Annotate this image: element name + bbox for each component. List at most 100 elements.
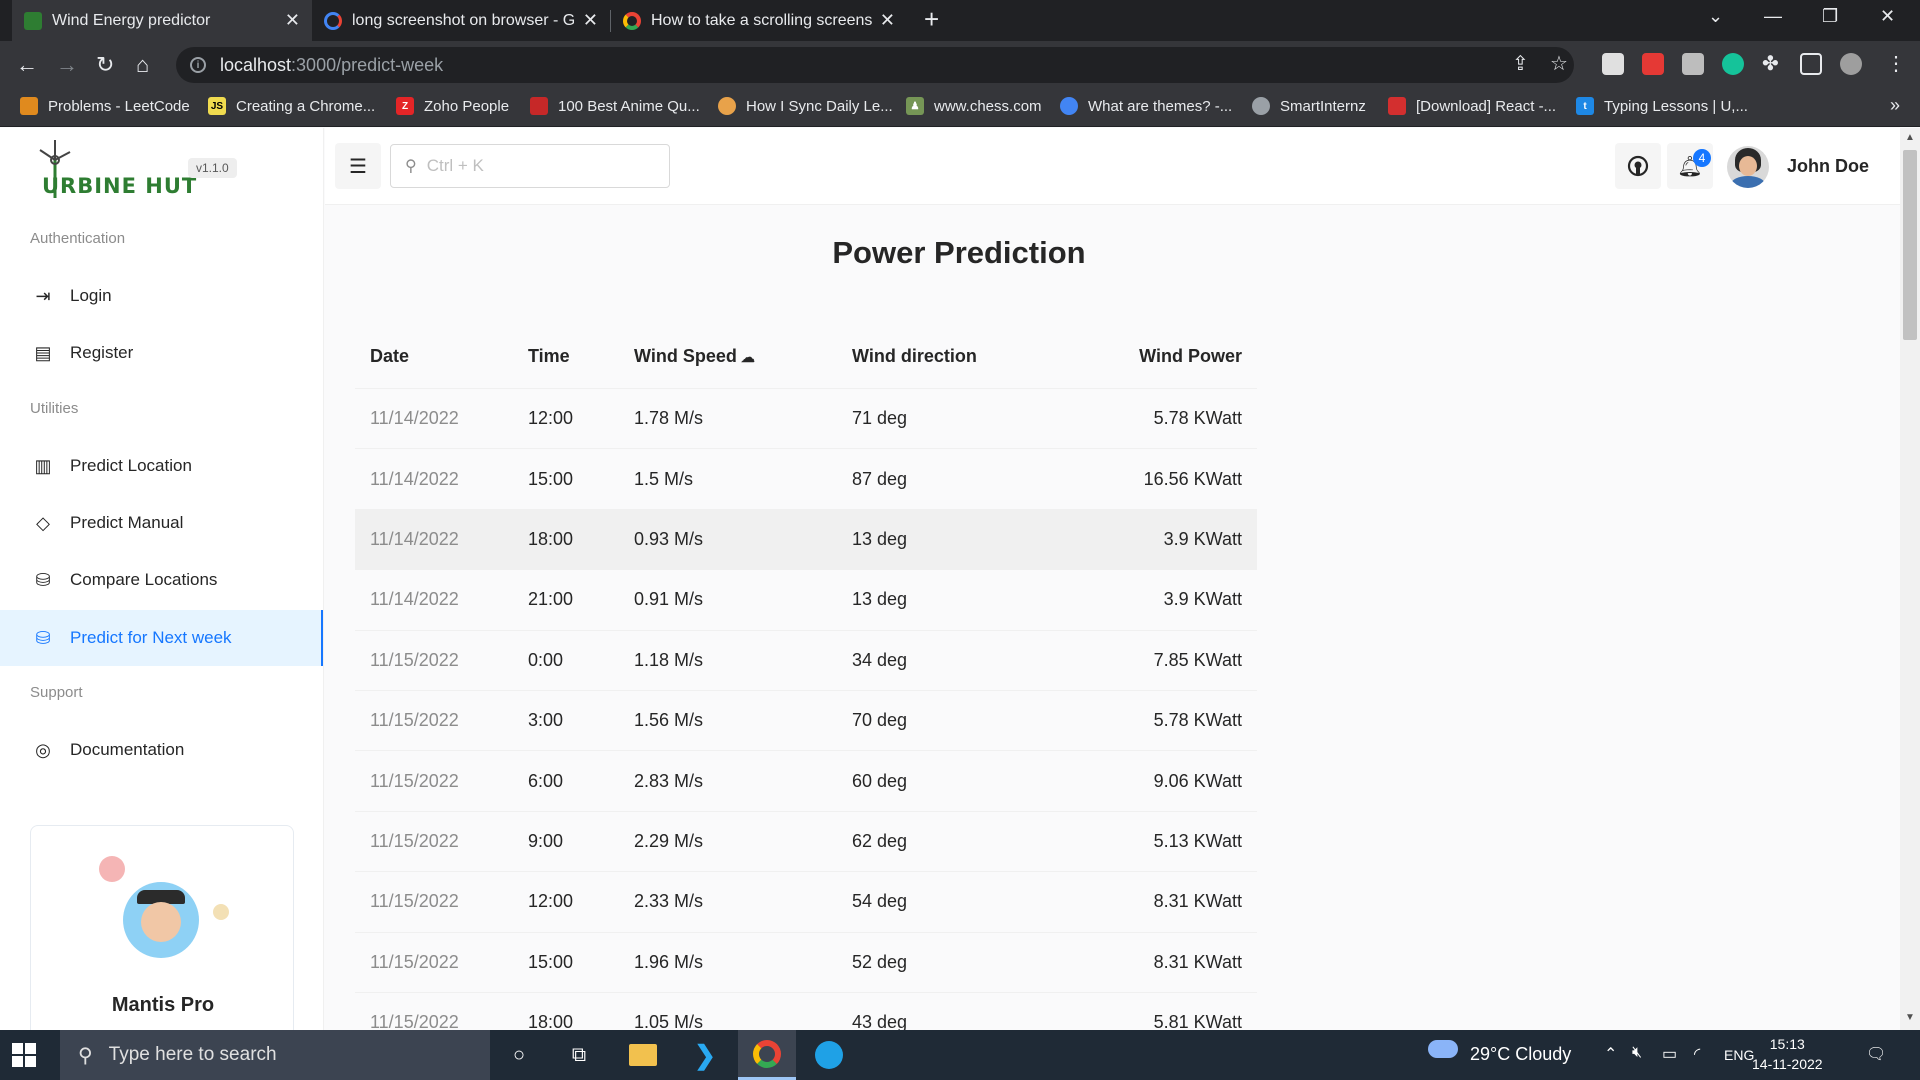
bookmark-item[interactable]: [Download] React -...	[1388, 97, 1556, 115]
site-info-icon[interactable]: i	[190, 57, 206, 73]
task-view-icon[interactable]: ⧉	[550, 1030, 608, 1080]
scroll-down-arrow-icon[interactable]: ▼	[1905, 1012, 1915, 1023]
profile-avatar-icon[interactable]	[1840, 53, 1862, 75]
address-bar[interactable]: i localhost :3000/predict-week	[176, 47, 1574, 83]
cell-wind-direction: 52 deg	[852, 951, 908, 972]
table-row[interactable]: 11/15/2022 3:00 1.56 M/s 70 deg 5.78 KWatt	[355, 691, 1257, 752]
sidebar-item-register[interactable]: ▤ Register	[0, 325, 323, 381]
bookmark-item[interactable]: 100 Best Anime Qu...	[530, 97, 700, 115]
taskbar-clock[interactable]: 15:13 14-11-2022	[1752, 1034, 1823, 1074]
table-row[interactable]: 11/15/2022 0:00 1.18 M/s 34 deg 7.85 KWatt	[355, 631, 1257, 691]
bookmark-item[interactable]: How I Sync Daily Le...	[718, 97, 893, 115]
tab-wind-energy-predictor[interactable]: Wind Energy predictor ✕	[12, 0, 312, 41]
forward-arrow-icon[interactable]: →	[56, 53, 78, 77]
bookmark-item[interactable]: t Typing Lessons | U,...	[1576, 97, 1748, 115]
notification-center-icon[interactable]: 🗨︎	[1866, 1044, 1886, 1064]
user-name[interactable]: John Doe	[1787, 156, 1869, 177]
table-row[interactable]: 11/15/2022 9:00 2.29 M/s 62 deg 5.13 KWatt	[355, 812, 1257, 873]
cell-wind-direction: 71 deg	[852, 408, 908, 429]
edge-icon[interactable]	[800, 1030, 858, 1080]
wifi-icon[interactable]: ◜	[1694, 1044, 1700, 1064]
vscode-icon[interactable]: ❯	[676, 1030, 734, 1080]
table-row[interactable]: 11/15/2022 18:00 1.05 M/s 43 deg 5.81 KWatt	[355, 993, 1257, 1030]
menu-toggle-button[interactable]: ☰	[335, 143, 381, 189]
cloudy-weather-icon	[1428, 1040, 1458, 1063]
chevron-up-icon[interactable]: ⌃	[1604, 1044, 1617, 1064]
share-icon[interactable]: ⇪	[1512, 51, 1529, 76]
sidebar-item-label: Register	[70, 343, 134, 362]
bookmark-item[interactable]: ♟ www.chess.com	[906, 97, 1042, 115]
table-row[interactable]: 11/14/2022 18:00 0.93 M/s 13 deg 3.9 KWatt	[355, 509, 1257, 571]
side-panel-icon[interactable]	[1800, 53, 1822, 75]
language-indicator[interactable]: ENG	[1724, 1047, 1754, 1063]
sidebar-item-predict-manual[interactable]: ◇ Predict Manual	[0, 495, 323, 551]
close-window-icon[interactable]: ✕	[1880, 6, 1895, 27]
new-tab-icon[interactable]: +	[924, 4, 939, 35]
bookmark-item[interactable]: JS Creating a Chrome...	[208, 97, 375, 115]
bookmark-star-icon[interactable]: ☆	[1550, 51, 1568, 76]
sidebar-item-predict-location[interactable]: ▥ Predict Location	[0, 438, 323, 494]
column-header-wind-direction[interactable]: Wind direction	[852, 346, 1112, 367]
extension-red-icon[interactable]	[1642, 53, 1664, 75]
tab-search-chevron-icon[interactable]: ⌄	[1708, 6, 1723, 27]
table-row[interactable]: 11/15/2022 6:00 2.83 M/s 60 deg 9.06 KWatt	[355, 751, 1257, 812]
table-row[interactable]: 11/14/2022 15:00 1.5 M/s 87 deg 16.56 KWatt	[355, 449, 1257, 510]
home-icon[interactable]: ⌂	[136, 53, 149, 77]
weather-text[interactable]: 29°C Cloudy	[1470, 1044, 1571, 1065]
file-explorer-icon[interactable]	[614, 1030, 672, 1080]
bookmark-item[interactable]: Problems - LeetCode	[20, 97, 190, 115]
group-title-utilities: Utilities	[30, 400, 79, 417]
close-tab-icon[interactable]: ✕	[285, 10, 300, 31]
chrome-menu-icon[interactable]: ⋮	[1886, 51, 1906, 76]
taskbar-search-box[interactable]: ⚲ Type here to search	[60, 1030, 490, 1080]
avatar[interactable]	[1727, 146, 1769, 188]
close-tab-icon[interactable]: ✕	[880, 10, 895, 31]
sidebar-item-login[interactable]: ⇥ Login	[0, 268, 323, 324]
search-box[interactable]: ⚲	[390, 144, 670, 188]
sidebar-item-documentation[interactable]: ◎ Documentation	[0, 722, 323, 778]
notifications-button[interactable]: 🔔︎ 4	[1667, 143, 1713, 189]
page-scrollbar[interactable]: ▲ ▼	[1900, 128, 1920, 1030]
chrome-taskbar-icon[interactable]	[738, 1030, 796, 1080]
bookmarks-overflow-icon[interactable]: »	[1890, 95, 1900, 116]
extension-translate-icon[interactable]	[1682, 53, 1704, 75]
cortana-icon[interactable]: ○	[490, 1030, 548, 1080]
battery-icon[interactable]: ▭	[1662, 1044, 1677, 1064]
cell-date: 11/15/2022	[370, 891, 459, 912]
scroll-thumb[interactable]	[1903, 150, 1917, 340]
table-row[interactable]: 11/14/2022 21:00 0.91 M/s 13 deg 3.9 KWatt	[355, 570, 1257, 631]
extension-grammarly-icon[interactable]	[1722, 53, 1744, 75]
bookmark-item[interactable]: Z Zoho People	[396, 97, 509, 115]
bookmark-item[interactable]: What are themes? -...	[1060, 97, 1232, 115]
extension-lh-icon[interactable]	[1602, 53, 1624, 75]
reload-icon[interactable]: ↻	[96, 53, 114, 77]
sidebar-item-compare-locations[interactable]: ⛁ Compare Locations	[0, 552, 323, 608]
minimize-icon[interactable]: —	[1764, 6, 1782, 27]
speaker-muted-icon[interactable]: 🔇︎	[1632, 1044, 1642, 1062]
back-arrow-icon[interactable]: ←	[16, 53, 38, 77]
tab-title: How to take a scrolling screensh	[651, 11, 872, 29]
column-header-wind-speed[interactable]: Wind Speed ☁︎	[634, 346, 852, 367]
restore-icon[interactable]: ❐	[1822, 6, 1838, 27]
table-row[interactable]: 11/14/2022 12:00 1.78 M/s 71 deg 5.78 KWatt	[355, 389, 1257, 450]
sidebar-item-predict-next-week[interactable]: ⛁ Predict for Next week	[0, 610, 323, 666]
bookmark-item[interactable]: SmartInternz	[1252, 97, 1366, 115]
close-tab-icon[interactable]: ✕	[583, 10, 598, 31]
column-header-time[interactable]: Time	[528, 346, 634, 367]
scroll-up-arrow-icon[interactable]: ▲	[1905, 132, 1915, 143]
search-input[interactable]	[426, 156, 637, 176]
cell-time: 3:00	[528, 710, 564, 731]
tab-scrolling-screenshot[interactable]: How to take a scrolling screensh ✕	[611, 0, 907, 41]
extensions-puzzle-icon[interactable]: ✤	[1762, 51, 1779, 76]
table-row[interactable]: 11/15/2022 15:00 1.96 M/s 52 deg 8.31 KWatt	[355, 933, 1257, 993]
column-header-date[interactable]: Date	[355, 346, 528, 367]
column-header-wind-power[interactable]: Wind Power	[1112, 346, 1257, 367]
register-icon: ▤	[34, 342, 52, 363]
clock-date: 14-11-2022	[1752, 1056, 1823, 1072]
cell-wind-direction: 13 deg	[852, 589, 908, 610]
table-row[interactable]: 11/15/2022 12:00 2.33 M/s 54 deg 8.31 KWatt	[355, 872, 1257, 933]
github-button[interactable]	[1615, 143, 1661, 189]
windows-start-icon[interactable]	[12, 1043, 36, 1067]
tab-long-screenshot[interactable]: long screenshot on browser - Go ✕	[312, 0, 610, 41]
google-favicon-icon	[324, 11, 342, 30]
